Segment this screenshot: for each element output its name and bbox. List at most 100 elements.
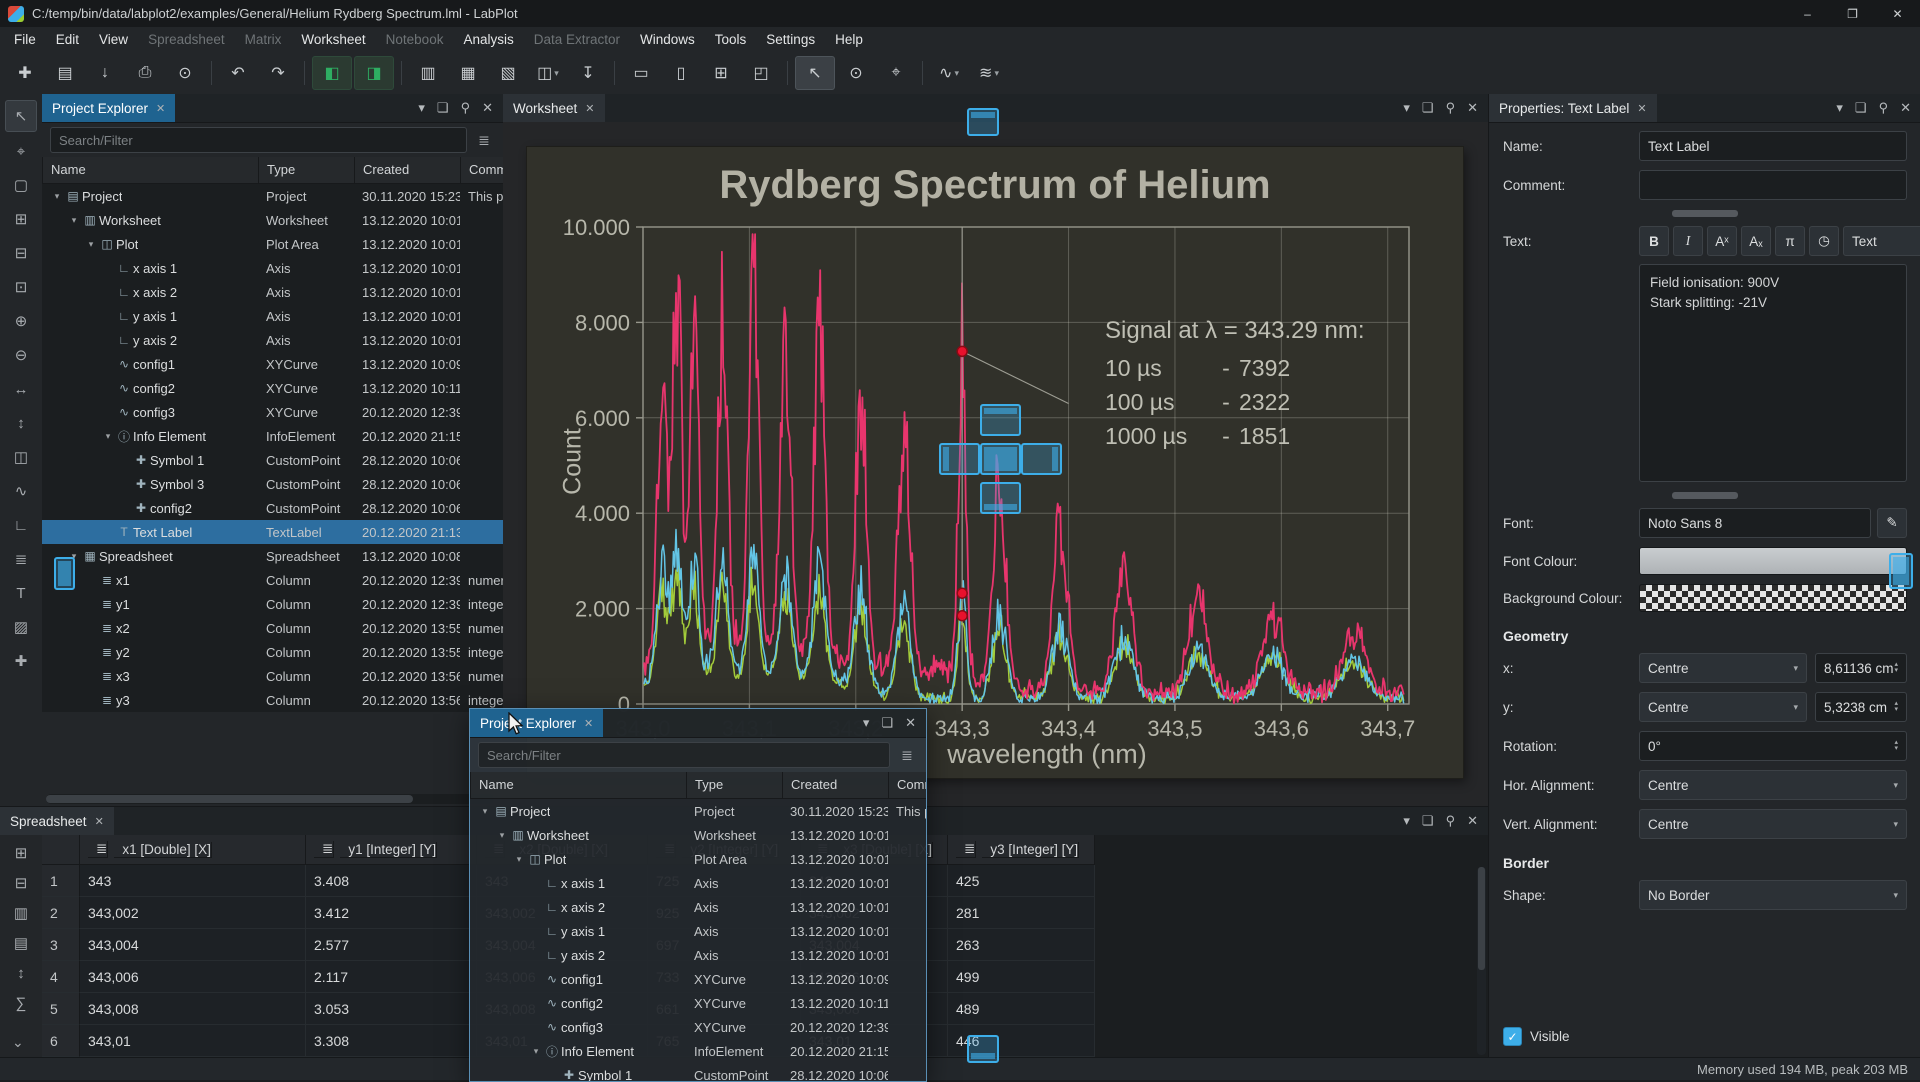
dock-menu-icon[interactable]: ▾ [1403,813,1410,829]
side-toolbar-button[interactable]: ∿ [6,476,36,506]
toolbar-button[interactable]: ⎙ ▾ [126,57,164,89]
y-offset-spinbox[interactable]: 5,3238 cm ▴▾ [1815,692,1907,722]
dock-close-icon[interactable]: ✕ [1900,100,1911,116]
cell[interactable]: 425 [948,865,1095,897]
column-header[interactable]: ≣x1 [Double] [X] [80,835,306,865]
tree-row[interactable]: ≣ y3 Column 20.12.2020 13:56 integer da [42,688,503,712]
row-number[interactable]: 2 [42,897,80,929]
tree-row[interactable]: ∟ x axis 1 Axis 13.12.2020 10:01 [42,256,503,280]
side-toolbar-button[interactable]: ◫ [6,442,36,472]
side-toolbar-button[interactable]: ⊞ [6,204,36,234]
tree-row[interactable]: ▾ ▥ Worksheet Worksheet 13.12.2020 10:01 [42,208,503,232]
expand-arrow-icon[interactable]: ▾ [50,191,64,202]
superscript-button[interactable]: Aˣ [1707,226,1737,256]
visible-checkbox[interactable]: ✓ [1503,1027,1522,1046]
text-mode-combo[interactable]: Text ▾ [1843,226,1920,256]
tree-row[interactable]: ▾ ▤ Project Project 30.11.2020 15:23 Thi… [470,799,926,823]
dock-menu-icon[interactable]: ▾ [1403,100,1410,116]
insert-symbol-button[interactable]: π [1775,226,1805,256]
side-toolbar-button[interactable]: ∑ [6,989,36,1017]
menu-item[interactable]: Worksheet [291,27,375,52]
dock-pin-icon[interactable]: ⚲ [1879,100,1889,116]
side-toolbar-button[interactable]: ▥ [6,899,36,927]
dock-float-icon[interactable]: ❏ [1855,100,1867,116]
toolbar-button[interactable]: ▾ [401,61,402,85]
side-toolbar-button[interactable]: ⊖ [6,340,36,370]
toolbar-overflow-icon[interactable]: ⌄ [12,1034,24,1051]
toolbar-button[interactable]: ◫ ▾ [529,57,567,89]
tree-row[interactable]: ≣ y1 Column 20.12.2020 12:39 integer da [42,592,503,616]
italic-button[interactable]: I [1673,226,1703,256]
tree-row[interactable]: ∿ config3 XYCurve 20.12.2020 12:39 [470,1015,926,1039]
column-header[interactable]: ≣y3 [Integer] [Y] [948,835,1095,865]
toolbar-button[interactable]: ⌖ ▾ [877,57,915,89]
tab-project-explorer[interactable]: Project Explorer ✕ [42,94,175,122]
filter-options-icon[interactable]: ≣ [896,747,918,764]
dock-close-icon[interactable]: ✕ [1467,813,1478,829]
hor-alignment-combo[interactable]: Centre ▾ [1639,770,1907,800]
background-colour-swatch[interactable] [1639,584,1907,612]
toolbar-button[interactable]: ✚ ▾ [6,57,44,89]
insert-datetime-button[interactable]: ◷ [1809,226,1839,256]
tree-header-cell[interactable]: Type [258,157,354,183]
menu-item[interactable]: Matrix [235,27,292,52]
tree-row[interactable]: ▾ ▤ Project Project 30.11.2020 15:23 Thi… [42,184,503,208]
side-toolbar-button[interactable]: ⊞ [6,839,36,867]
toolbar-button[interactable]: ▾ [922,61,923,85]
cell[interactable]: 343,004 [80,929,306,961]
dock-float-icon[interactable]: ❏ [1422,100,1434,116]
tree-row[interactable]: ✚ Symbol 3 CustomPoint 28.12.2020 10:06 [42,472,503,496]
border-shape-combo[interactable]: No Border ▾ [1639,880,1907,910]
side-toolbar-button[interactable]: ⊟ [6,238,36,268]
side-toolbar-button[interactable]: T [6,578,36,608]
side-toolbar-button[interactable]: ≣ [6,544,36,574]
toolbar-button[interactable]: ↖ ▾ [795,56,835,90]
menu-item[interactable]: Spreadsheet [138,27,235,52]
tree-row[interactable]: ∟ y axis 1 Axis 13.12.2020 10:01 [42,304,503,328]
choose-font-button[interactable]: ✎ [1877,508,1907,538]
tree-header[interactable]: NameTypeCreatedCommen [470,772,926,799]
tree-row[interactable]: ≣ y2 Column 20.12.2020 13:55 integer da [42,640,503,664]
column-header[interactable]: ≣y1 [Integer] [Y] [306,835,477,865]
search-input[interactable] [478,742,890,768]
dock-pin-icon[interactable]: ⚲ [1446,813,1456,829]
expand-arrow-icon[interactable]: ▾ [512,854,526,865]
cell[interactable]: 343,008 [80,993,306,1025]
tree-row[interactable]: ▾ ◫ Plot Plot Area 13.12.2020 10:01 [42,232,503,256]
font-field[interactable] [1639,508,1871,538]
tree-row[interactable]: T Text Label TextLabel 20.12.2020 21:13 [42,520,503,544]
name-field[interactable] [1639,131,1907,161]
tab-close-icon[interactable]: ✕ [585,102,594,115]
toolbar-button[interactable]: ↧ ▾ [569,57,607,89]
toolbar-button[interactable]: ◰ ▾ [742,57,780,89]
expand-arrow-icon[interactable]: ▾ [478,806,492,817]
tree-header-cell[interactable]: Commen [888,772,926,798]
bold-button[interactable]: B [1639,226,1669,256]
splitter-handle[interactable] [1672,492,1738,499]
subscript-button[interactable]: Aₓ [1741,226,1771,256]
tree-row[interactable]: ∟ y axis 2 Axis 13.12.2020 10:01 [470,943,926,967]
menu-item[interactable]: Tools [705,27,757,52]
expand-arrow-icon[interactable]: ▾ [495,830,509,841]
row-number[interactable]: 5 [42,993,80,1025]
cell[interactable]: 281 [948,897,1095,929]
tree-row[interactable]: ▾ ▥ Worksheet Worksheet 13.12.2020 10:01 [470,823,926,847]
toolbar-button[interactable]: ▯ ▾ [662,57,700,89]
floating-project-explorer[interactable]: Project Explorer ✕ ▾ ❏ ✕ ≣ NameTypeCreat… [469,708,927,1082]
minimize-button[interactable]: – [1785,0,1830,27]
side-toolbar-button[interactable]: ↕ [6,959,36,987]
tree-row[interactable]: ∟ y axis 2 Axis 13.12.2020 10:01 [42,328,503,352]
toolbar-button[interactable]: ▾ [304,61,305,85]
side-toolbar-button[interactable]: ⊕ [6,306,36,336]
cell[interactable]: 343,006 [80,961,306,993]
label-text-editor[interactable]: Field ionisation: 900V Stark splitting: … [1639,264,1907,482]
tree-row[interactable]: ≣ x3 Column 20.12.2020 13:56 numerical [42,664,503,688]
tab-close-icon[interactable]: ✕ [1637,102,1646,115]
side-toolbar-button[interactable]: ▤ [6,929,36,957]
tree-row[interactable]: ∟ x axis 1 Axis 13.12.2020 10:01 [470,871,926,895]
tab-close-icon[interactable]: ✕ [156,102,165,115]
tree-row[interactable]: ∿ config1 XYCurve 13.12.2020 10:09 [470,967,926,991]
side-toolbar-button[interactable]: ✚ [6,646,36,676]
toolbar-button[interactable]: ≋ ▾ [970,57,1008,89]
toolbar-button[interactable]: ▾ [614,61,615,85]
